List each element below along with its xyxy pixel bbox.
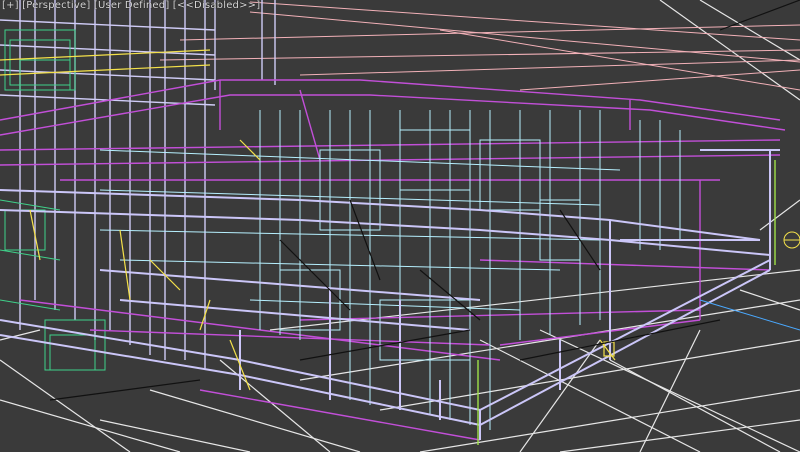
viewport-label[interactable]: [+] [Perspective] [User Defined] [<<Disa… bbox=[2, 0, 260, 11]
magenta-frame bbox=[0, 79, 786, 441]
3d-viewport[interactable]: [+] [Perspective] [User Defined] [<<Disa… bbox=[0, 0, 800, 452]
gizmo-icon[interactable] bbox=[783, 231, 800, 249]
wireframe-scene[interactable] bbox=[0, 0, 800, 452]
green-detail bbox=[0, 29, 106, 371]
far-lines bbox=[159, 1, 800, 91]
deck-beams bbox=[0, 149, 780, 440]
